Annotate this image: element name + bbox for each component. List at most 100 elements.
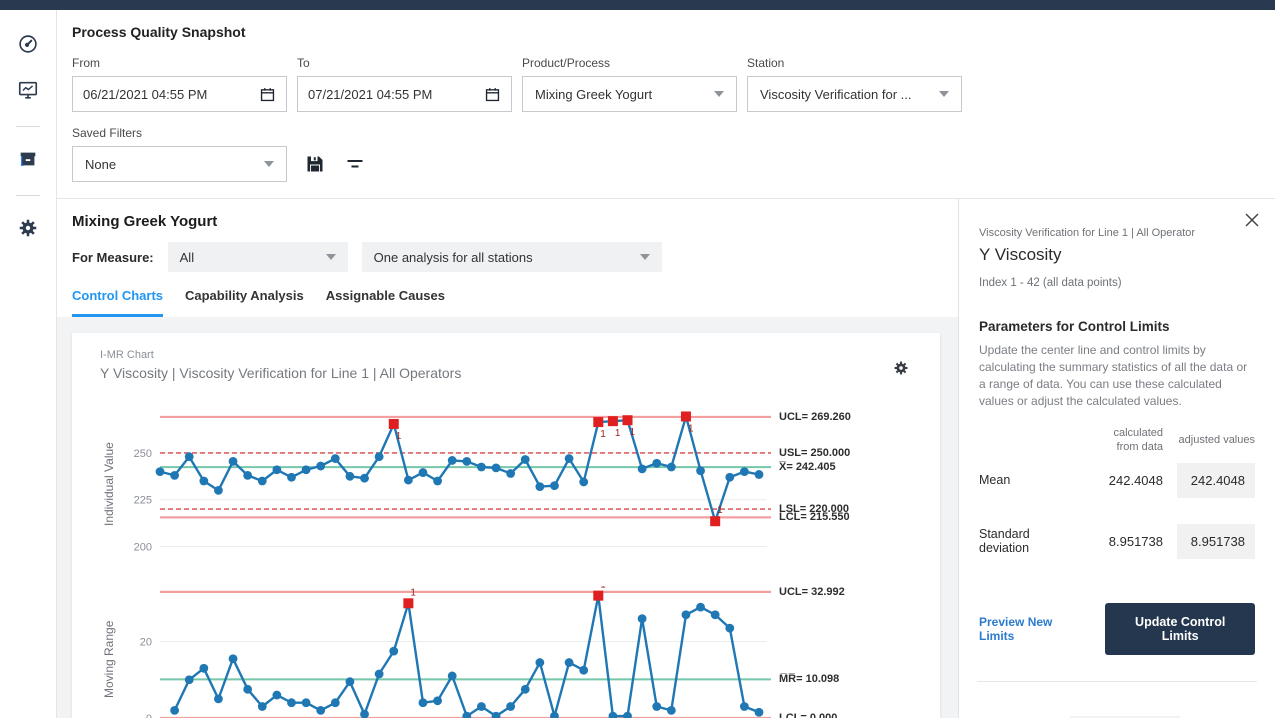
stddev-adjusted-cell [1177, 524, 1255, 559]
panel-title: Y Viscosity [979, 245, 1255, 265]
individuals-chart-plot[interactable]: 250225200111111 [118, 407, 773, 557]
gear-icon [17, 217, 39, 244]
panel-divider [977, 681, 1257, 682]
stddev-adjusted-input[interactable] [1177, 524, 1255, 559]
station-value: Viscosity Verification for ... [760, 87, 912, 102]
chevron-down-icon [939, 91, 949, 97]
tab-capability-analysis[interactable]: Capability Analysis [185, 288, 304, 317]
gauge-icon [17, 33, 39, 60]
usl-label: USL= 250.000 [779, 447, 850, 459]
panel-breadcrumb: Viscosity Verification for Line 1 | All … [979, 227, 1255, 239]
params-description: Update the center line and control limit… [979, 342, 1255, 410]
xbar-label: X̅= 242.405 [779, 461, 836, 473]
nav-settings[interactable] [16, 218, 40, 242]
svg-text:200: 200 [134, 541, 152, 553]
lcl-label: LCL= 0.000 [779, 712, 837, 718]
stddev-calculated-value: 8.951738 [1091, 534, 1163, 549]
chart-type-label: I-MR Chart [100, 349, 926, 361]
to-datetime-field[interactable] [297, 76, 512, 112]
chevron-down-icon [640, 254, 650, 260]
for-measure-label: For Measure: [72, 250, 154, 265]
saved-filters-select[interactable]: None [72, 146, 287, 182]
measure-select[interactable]: All [168, 242, 348, 272]
lcl-label: LCL= 215.550 [779, 511, 850, 523]
left-nav-rail [0, 10, 57, 718]
moving-range-chart-plot[interactable]: 20 0 1 1 [118, 586, 773, 718]
svg-text:1: 1 [410, 587, 416, 598]
filter-header: Process Quality Snapshot From [57, 10, 1275, 199]
archive-box-icon [17, 148, 39, 175]
chevron-down-icon [326, 254, 336, 260]
svg-text:1: 1 [717, 505, 723, 516]
control-limits-panel: Viscosity Verification for Line 1 | All … [958, 199, 1275, 718]
mean-adjusted-input[interactable] [1177, 463, 1255, 498]
top-app-bar [0, 0, 1275, 10]
to-datetime-input[interactable] [308, 87, 484, 102]
chart-title: Y Viscosity | Viscosity Verification for… [100, 365, 926, 381]
calendar-icon[interactable] [484, 82, 501, 106]
save-filter-button[interactable] [303, 152, 327, 176]
monitor-chart-icon [17, 79, 39, 106]
from-label: From [72, 56, 287, 70]
tab-assignable-causes[interactable]: Assignable Causes [326, 288, 445, 317]
empty-header [979, 440, 1077, 448]
svg-text:20: 20 [140, 637, 152, 649]
gear-icon [892, 359, 910, 377]
svg-text:1: 1 [600, 586, 606, 591]
col-header-adjusted: adjusted values [1177, 433, 1255, 455]
panel-index-range: Index 1 - 42 (all data points) [979, 277, 1255, 289]
chart-settings-button[interactable] [892, 359, 912, 379]
mean-calculated-value: 242.4048 [1091, 473, 1163, 488]
mr-chart-y-axis-title: Moving Range [100, 586, 118, 718]
i-chart-limit-labels: UCL= 269.260 USL= 250.000 X̅= 242.405 LS… [773, 407, 905, 562]
svg-text:0: 0 [146, 713, 152, 718]
params-title: Parameters for Control Limits [979, 319, 1255, 334]
svg-text:225: 225 [134, 495, 152, 507]
rail-divider [16, 195, 40, 196]
to-label: To [297, 56, 512, 70]
measure-value: All [180, 250, 194, 265]
preview-new-limits-link[interactable]: Preview New Limits [979, 615, 1083, 643]
nav-monitor-charts[interactable] [16, 80, 40, 104]
station-label: Station [747, 56, 962, 70]
process-title: Mixing Greek Yogurt [72, 213, 942, 230]
svg-text:1: 1 [630, 427, 636, 438]
ucl-label: UCL= 32.992 [779, 586, 845, 598]
nav-dashboard-gauge[interactable] [16, 34, 40, 58]
save-icon [305, 154, 325, 174]
product-process-value: Mixing Greek Yogurt [535, 87, 652, 102]
product-process-select[interactable]: Mixing Greek Yogurt [522, 76, 737, 112]
mrbar-label: M̅R̅= 10.098 [779, 673, 839, 685]
calendar-icon[interactable] [259, 82, 276, 106]
page-title: Process Quality Snapshot [72, 24, 1275, 40]
from-datetime-field[interactable] [72, 76, 287, 112]
svg-text:1: 1 [396, 431, 402, 442]
analysis-section-head: Mixing Greek Yogurt For Measure: All One… [57, 199, 958, 317]
chevron-down-icon [264, 161, 274, 167]
close-icon [1245, 213, 1259, 227]
svg-text:250: 250 [134, 448, 152, 460]
saved-filters-label: Saved Filters [72, 126, 287, 140]
from-datetime-input[interactable] [83, 87, 259, 102]
ucl-label: UCL= 269.260 [779, 411, 851, 423]
saved-filters-value: None [85, 157, 116, 172]
update-control-limits-button[interactable]: Update Control Limits [1105, 603, 1255, 655]
station-select[interactable]: Viscosity Verification for ... [747, 76, 962, 112]
analysis-mode-value: One analysis for all stations [374, 250, 533, 265]
product-process-label: Product/Process [522, 56, 737, 70]
rail-divider [16, 126, 40, 127]
stddev-row-label: Standard deviation [979, 527, 1077, 555]
chart-canvas: I-MR Chart Y Viscosity | Viscosity Verif… [57, 317, 958, 718]
close-panel-button[interactable] [1243, 211, 1261, 229]
analysis-mode-select[interactable]: One analysis for all stations [362, 242, 662, 272]
params-table: calculated from data adjusted values Mea… [979, 426, 1255, 559]
mean-row-label: Mean [979, 473, 1077, 487]
filter-button[interactable] [343, 152, 367, 176]
filter-icon [345, 154, 365, 174]
svg-text:1: 1 [615, 428, 621, 439]
tab-control-charts[interactable]: Control Charts [72, 288, 163, 317]
chevron-down-icon [714, 91, 724, 97]
row-spacer [979, 498, 1255, 524]
col-header-calculated: calculated from data [1091, 426, 1163, 463]
nav-archive[interactable] [16, 149, 40, 173]
